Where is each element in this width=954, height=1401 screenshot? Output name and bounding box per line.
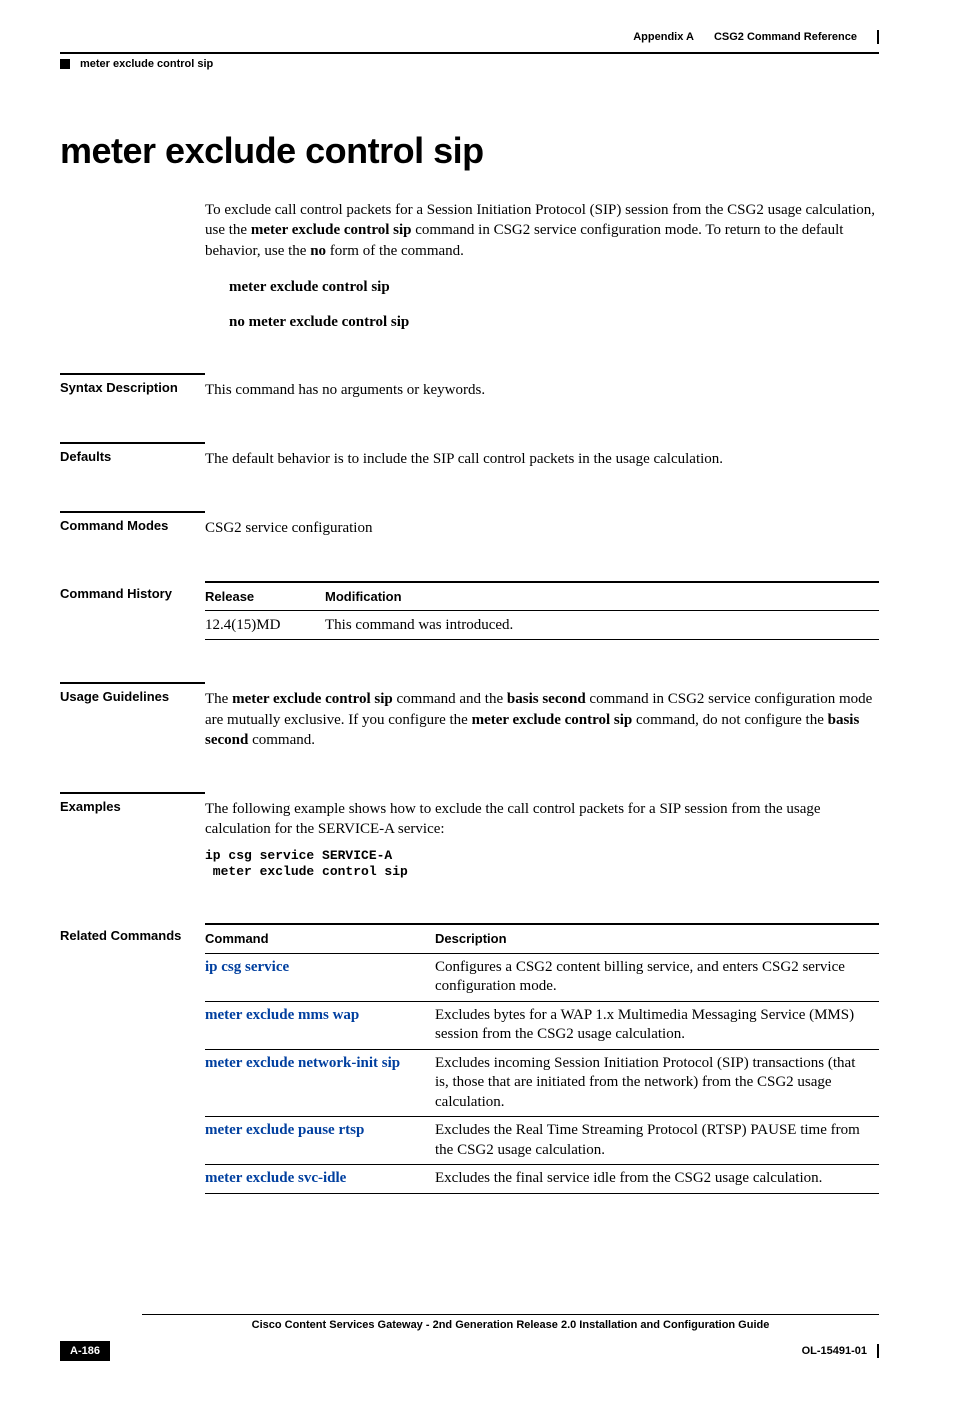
- section-usage-guidelines: Usage Guidelines The meter exclude contr…: [60, 682, 879, 750]
- appendix-label: Appendix A: [633, 31, 694, 43]
- section-label: Related Commands: [60, 928, 205, 943]
- code-block: ip csg service SERVICE-A meter exclude c…: [205, 848, 879, 882]
- content-area: meter exclude control sip To exclude cal…: [0, 70, 954, 1234]
- command-link[interactable]: meter exclude network-init sip: [205, 1055, 400, 1071]
- section-examples: Examples The following example shows how…: [60, 792, 879, 881]
- section-related-commands: Related Commands Command Description ip …: [60, 923, 879, 1194]
- appendix-title: CSG2 Command Reference: [714, 31, 857, 43]
- usage-text: command and the: [393, 691, 507, 707]
- table-row: meter exclude network-init sip Excludes i…: [205, 1049, 879, 1117]
- usage-bold: meter exclude control sip: [472, 712, 633, 728]
- intro-bold-cmd: meter exclude control sip: [251, 222, 412, 238]
- cell-description: Excludes incoming Session Initiation Pro…: [435, 1049, 879, 1117]
- section-syntax-description: Syntax Description This command has no a…: [60, 373, 879, 400]
- table-row: meter exclude mms wap Excludes bytes for …: [205, 1001, 879, 1049]
- section-body: This command has no arguments or keyword…: [205, 373, 879, 400]
- section-body: The default behavior is to include the S…: [205, 442, 879, 469]
- section-body: The meter exclude control sip command an…: [205, 682, 879, 750]
- section-command-modes: Command Modes CSG2 service configuration: [60, 511, 879, 538]
- header-square-icon: [60, 59, 70, 69]
- running-head-left: meter exclude control sip: [80, 58, 213, 70]
- table-row: meter exclude svc-idle Excludes the final…: [205, 1165, 879, 1194]
- examples-text: The following example shows how to exclu…: [205, 799, 879, 840]
- header-left-row: meter exclude control sip: [0, 54, 954, 70]
- page-title: meter exclude control sip: [60, 130, 879, 172]
- cell-description: Excludes bytes for a WAP 1.x Multimedia …: [435, 1001, 879, 1049]
- intro-paragraph: To exclude call control packets for a Se…: [205, 200, 879, 261]
- section-label: Usage Guidelines: [60, 682, 205, 704]
- table-row: meter exclude pause rtsp Excludes the Rea…: [205, 1117, 879, 1165]
- section-body: The following example shows how to exclu…: [205, 792, 879, 881]
- page-header: Appendix A CSG2 Command Reference: [0, 0, 954, 52]
- cell-release: 12.4(15)MD: [205, 611, 325, 640]
- command-link[interactable]: ip csg service: [205, 959, 289, 975]
- header-right-block: Appendix A CSG2 Command Reference: [633, 30, 879, 44]
- usage-bold: meter exclude control sip: [232, 691, 393, 707]
- table-row: 12.4(15)MD This command was introduced.: [205, 611, 879, 640]
- table-row: ip csg service Configures a CSG2 content …: [205, 953, 879, 1001]
- section-command-history: Command History Release Modification 12.…: [60, 581, 879, 641]
- divider-bar-icon: [877, 30, 879, 44]
- section-label: Command History: [60, 586, 205, 601]
- syntax-line: meter exclude control sip: [229, 279, 879, 296]
- section-label: Defaults: [60, 442, 205, 464]
- command-link[interactable]: meter exclude pause rtsp: [205, 1122, 364, 1138]
- cell-description: Excludes the Real Time Streaming Protoco…: [435, 1117, 879, 1165]
- footer-rule: [142, 1314, 879, 1315]
- table-header-description: Description: [435, 924, 879, 953]
- footer-book-title: Cisco Content Services Gateway - 2nd Gen…: [142, 1319, 879, 1331]
- usage-text: command.: [248, 732, 315, 748]
- section-label: Examples: [60, 792, 205, 814]
- command-link[interactable]: meter exclude svc-idle: [205, 1170, 346, 1186]
- usage-text: The: [205, 691, 232, 707]
- section-label: Syntax Description: [60, 373, 205, 395]
- cell-description: Configures a CSG2 content billing servic…: [435, 953, 879, 1001]
- command-history-table: Release Modification 12.4(15)MD This com…: [205, 581, 879, 641]
- section-defaults: Defaults The default behavior is to incl…: [60, 442, 879, 469]
- section-label: Command Modes: [60, 511, 205, 533]
- table-header-modification: Modification: [325, 582, 879, 611]
- intro-text: form of the command.: [326, 243, 464, 259]
- section-body: CSG2 service configuration: [205, 511, 879, 538]
- syntax-line: no meter exclude control sip: [229, 314, 879, 331]
- table-header-release: Release: [205, 582, 325, 611]
- usage-text: command, do not configure the: [632, 712, 827, 728]
- table-header-command: Command: [205, 924, 435, 953]
- cell-description: Excludes the final service idle from the…: [435, 1165, 879, 1194]
- cell-modification: This command was introduced.: [325, 611, 879, 640]
- usage-bold: basis second: [507, 691, 586, 707]
- doc-id: OL-15491-01: [802, 1345, 867, 1357]
- command-link[interactable]: meter exclude mms wap: [205, 1007, 359, 1023]
- intro-bold-no: no: [310, 243, 326, 259]
- divider-bar-icon: [877, 1344, 879, 1358]
- page-number: A-186: [60, 1341, 110, 1361]
- related-commands-table: Command Description ip csg service Config…: [205, 923, 879, 1194]
- page-footer: Cisco Content Services Gateway - 2nd Gen…: [0, 1314, 954, 1401]
- syntax-block: meter exclude control sip no meter exclu…: [205, 279, 879, 331]
